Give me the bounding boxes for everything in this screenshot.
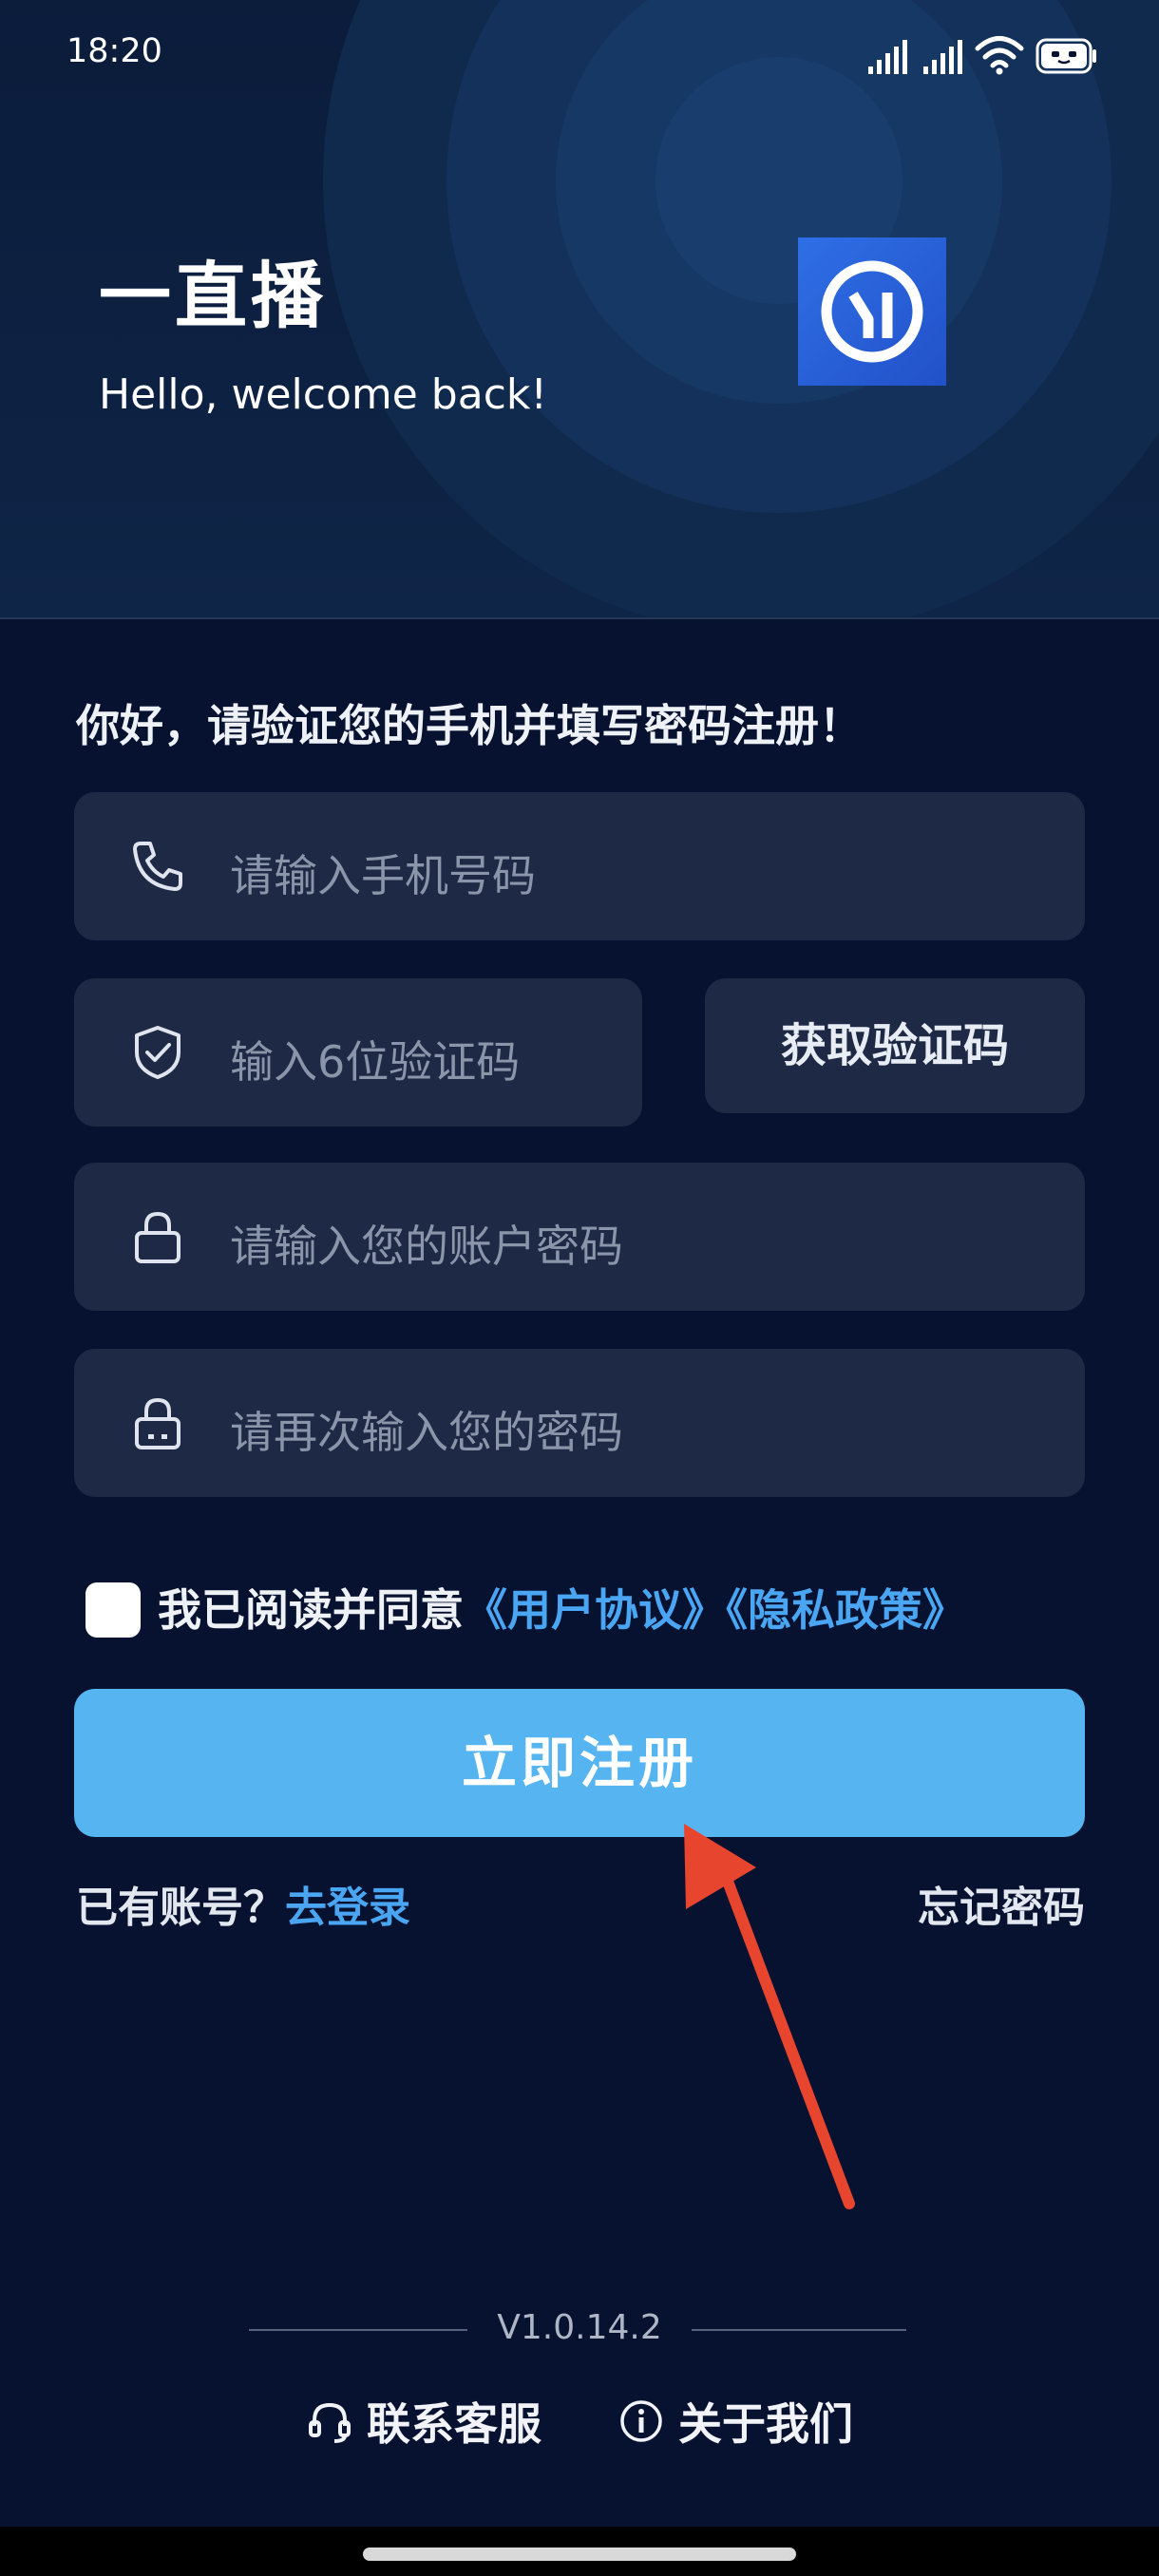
- cellular-signal-icon: [923, 40, 962, 74]
- password-input[interactable]: 请输入您的账户密码: [74, 1163, 1085, 1311]
- headset-icon: [309, 2402, 351, 2443]
- about-us-label: 关于我们: [678, 2398, 853, 2450]
- version-label: V1.0.14.2: [497, 2308, 662, 2347]
- forgot-password-link[interactable]: 忘记密码: [918, 1873, 1085, 1934]
- home-indicator[interactable]: [363, 2548, 796, 2561]
- privacy-policy-link[interactable]: 《隐私政策》: [726, 1584, 966, 1636]
- login-link[interactable]: 去登录: [285, 1884, 410, 1932]
- info-icon: [620, 2400, 662, 2442]
- form-prompt: 你好，请验证您的手机并填写密码注册！: [76, 700, 863, 751]
- battery-icon: [1036, 38, 1096, 74]
- annotation-arrow: [684, 1824, 855, 2209]
- agreement-row: 我已阅读并同意《用户协议》《隐私政策》: [158, 1582, 966, 1638]
- phone-placeholder: 请输入手机号码: [230, 850, 536, 901]
- confirm-password-input[interactable]: 请再次输入您的密码: [74, 1349, 1085, 1497]
- have-account-text: 已有账号？: [76, 1884, 285, 1932]
- password-placeholder: 请输入您的账户密码: [230, 1221, 623, 1272]
- register-button[interactable]: 立即注册: [74, 1689, 1085, 1837]
- version-divider-right: [692, 2329, 906, 2331]
- cellular-signal-icon: [868, 40, 907, 74]
- contact-support-label: 联系客服: [367, 2398, 542, 2450]
- confirm-password-placeholder: 请再次输入您的密码: [230, 1407, 623, 1458]
- status-time: 18:20: [66, 32, 162, 70]
- contact-support-link[interactable]: 联系客服: [306, 2390, 542, 2450]
- header-divider: [0, 617, 1159, 619]
- login-row: 已有账号？去登录: [76, 1873, 410, 1934]
- wifi-icon: [975, 36, 1024, 75]
- version-divider-left: [249, 2329, 467, 2331]
- phone-input[interactable]: 请输入手机号码: [74, 792, 1085, 940]
- user-agreement-link[interactable]: 《用户协议》: [464, 1584, 726, 1636]
- agreement-checkbox[interactable]: [86, 1582, 141, 1638]
- lock-icon: [135, 1211, 180, 1263]
- verification-code-input[interactable]: 输入6位验证码: [74, 978, 642, 1127]
- get-code-button[interactable]: 获取验证码: [705, 978, 1085, 1113]
- app-title: 一直播: [99, 254, 327, 338]
- agreement-text: 我已阅读并同意: [158, 1584, 464, 1636]
- welcome-subtitle: Hello, welcome back!: [99, 370, 548, 419]
- phone-icon: [133, 842, 182, 891]
- register-screen: 18:20 一直播 Hello, welcome back! 你好，请验证您的手…: [0, 0, 1159, 2576]
- code-placeholder: 输入6位验证码: [230, 1036, 521, 1088]
- lock-dots-icon: [135, 1397, 180, 1449]
- shield-check-icon: [135, 1026, 180, 1079]
- app-logo: [798, 237, 946, 386]
- app-logo-icon: [821, 260, 923, 363]
- about-us-link[interactable]: 关于我们: [618, 2390, 853, 2450]
